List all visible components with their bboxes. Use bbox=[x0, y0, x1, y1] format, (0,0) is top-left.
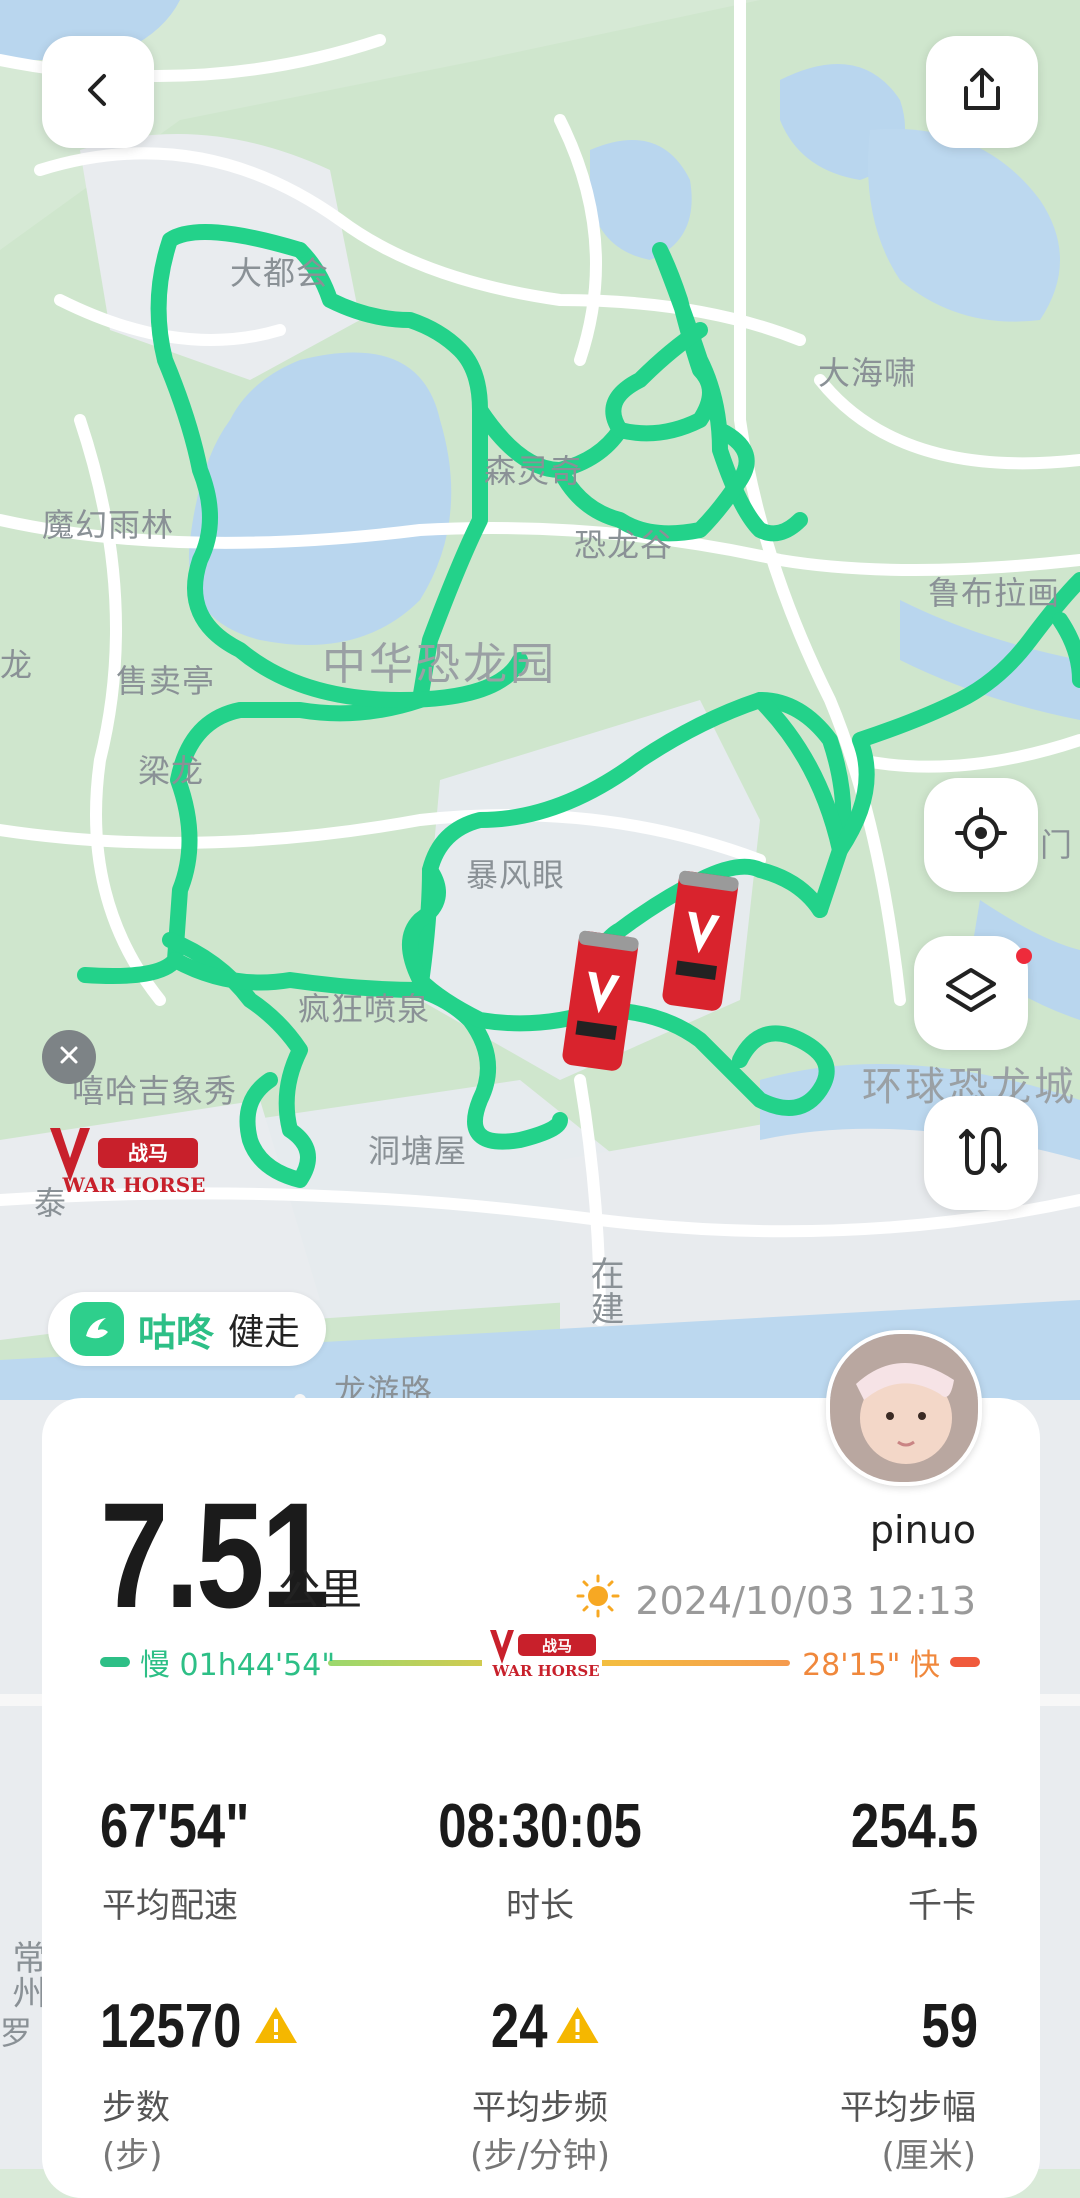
cadence-unit: (步/分钟) bbox=[470, 2136, 610, 2176]
sponsor-name: WAR HORSE bbox=[62, 1173, 206, 1197]
steps-value: 12570 bbox=[100, 1992, 242, 2061]
close-ad-button[interactable] bbox=[42, 1030, 96, 1084]
map-label: 罗 bbox=[0, 2014, 34, 2052]
codoon-logo-icon bbox=[70, 1302, 124, 1356]
map-label: 魔幻雨林 bbox=[42, 506, 175, 544]
map-label: 暴风眼 bbox=[466, 856, 566, 894]
sponsor-logo[interactable]: 战马 WAR HORSE bbox=[42, 1120, 212, 1220]
map-label: 在建 bbox=[584, 1256, 624, 1326]
route-icon bbox=[953, 1123, 1009, 1183]
steps-unit: (步) bbox=[102, 2136, 163, 2176]
map-label: 森灵奇 bbox=[484, 452, 584, 490]
steps-stat: 12570 bbox=[100, 1996, 300, 2058]
username: pinuo bbox=[869, 1508, 976, 1552]
slow-indicator bbox=[100, 1657, 130, 1667]
warning-icon[interactable] bbox=[252, 2004, 300, 2050]
layers-button[interactable] bbox=[914, 936, 1028, 1050]
sponsor-badge: 战马 WAR HORSE bbox=[482, 1624, 602, 1690]
svg-text:战马: 战马 bbox=[128, 1141, 168, 1165]
avatar[interactable] bbox=[826, 1330, 982, 1486]
avg-pace-value: 67'54" bbox=[100, 1792, 250, 1861]
map-label: 中华恐龙园 bbox=[322, 639, 557, 690]
stride-value: 59 bbox=[921, 1992, 978, 2061]
map-label: 梁龙 bbox=[138, 752, 205, 790]
map-label: 大都会 bbox=[230, 254, 330, 292]
pace-fast: 28'15" 快 bbox=[802, 1640, 980, 1684]
pace-slow: 慢 01h44'54" bbox=[100, 1640, 335, 1684]
route-button[interactable] bbox=[924, 1096, 1038, 1210]
cadence-label: 平均步频 bbox=[472, 2088, 608, 2128]
notification-dot bbox=[1016, 948, 1032, 964]
close-icon bbox=[57, 1043, 81, 1071]
duration-value: 08:30:05 bbox=[438, 1792, 642, 1861]
pace-fast-label: 28'15" 快 bbox=[802, 1648, 940, 1683]
map-label: 洞塘屋 bbox=[368, 1132, 468, 1170]
warning-icon[interactable] bbox=[553, 2004, 601, 2050]
svg-text:战马: 战马 bbox=[542, 1637, 572, 1655]
svg-text:WAR HORSE: WAR HORSE bbox=[491, 1662, 599, 1680]
calories-value: 254.5 bbox=[850, 1792, 978, 1861]
map-label: 大海啸 bbox=[818, 354, 918, 392]
steps-label: 步数 bbox=[102, 2088, 170, 2128]
pace-slow-label: 慢 01h44'54" bbox=[140, 1648, 336, 1683]
avg-pace-label: 平均配速 bbox=[102, 1886, 238, 1926]
map-label: 疯狂喷泉 bbox=[298, 990, 431, 1028]
locate-button[interactable] bbox=[924, 778, 1038, 892]
workout-mode: 健走 bbox=[228, 1312, 301, 1353]
cadence-stat: 24 bbox=[479, 1996, 602, 2058]
stride-label: 平均步幅 bbox=[840, 2088, 976, 2128]
share-icon bbox=[956, 64, 1008, 120]
back-button[interactable] bbox=[42, 36, 154, 148]
stride-unit: (厘米) bbox=[881, 2136, 976, 2176]
fast-indicator bbox=[950, 1657, 980, 1667]
app-name: 咕咚 bbox=[138, 1310, 215, 1355]
cadence-value: 24 bbox=[490, 1992, 548, 2061]
share-button[interactable] bbox=[926, 36, 1038, 148]
app-brand-tag: 咕咚 健走 bbox=[48, 1292, 327, 1366]
map-label: 龙 bbox=[0, 646, 34, 684]
workout-datetime: 2024/10/03 12:13 bbox=[575, 1573, 976, 1628]
sun-icon bbox=[575, 1573, 621, 1628]
duration-label: 时长 bbox=[506, 1886, 574, 1926]
layers-icon bbox=[942, 962, 1000, 1024]
calories-label: 千卡 bbox=[908, 1886, 976, 1926]
map-label: 鲁布拉画 bbox=[928, 574, 1061, 612]
map-label: 恐龙谷 bbox=[574, 526, 674, 564]
distance-unit: 公里 bbox=[278, 1565, 363, 1614]
map-label: 嘻哈吉象秀 bbox=[72, 1072, 238, 1110]
map-label: 门 bbox=[1040, 826, 1074, 864]
chevron-left-icon bbox=[78, 70, 118, 114]
map-label: 售卖亭 bbox=[116, 662, 216, 700]
datetime-text: 2024/10/03 12:13 bbox=[635, 1578, 976, 1623]
pace-range-bar: 慢 01h44'54" 28'15" 快 战马 WAR HORSE bbox=[100, 1624, 980, 1690]
locate-icon bbox=[953, 805, 1009, 865]
